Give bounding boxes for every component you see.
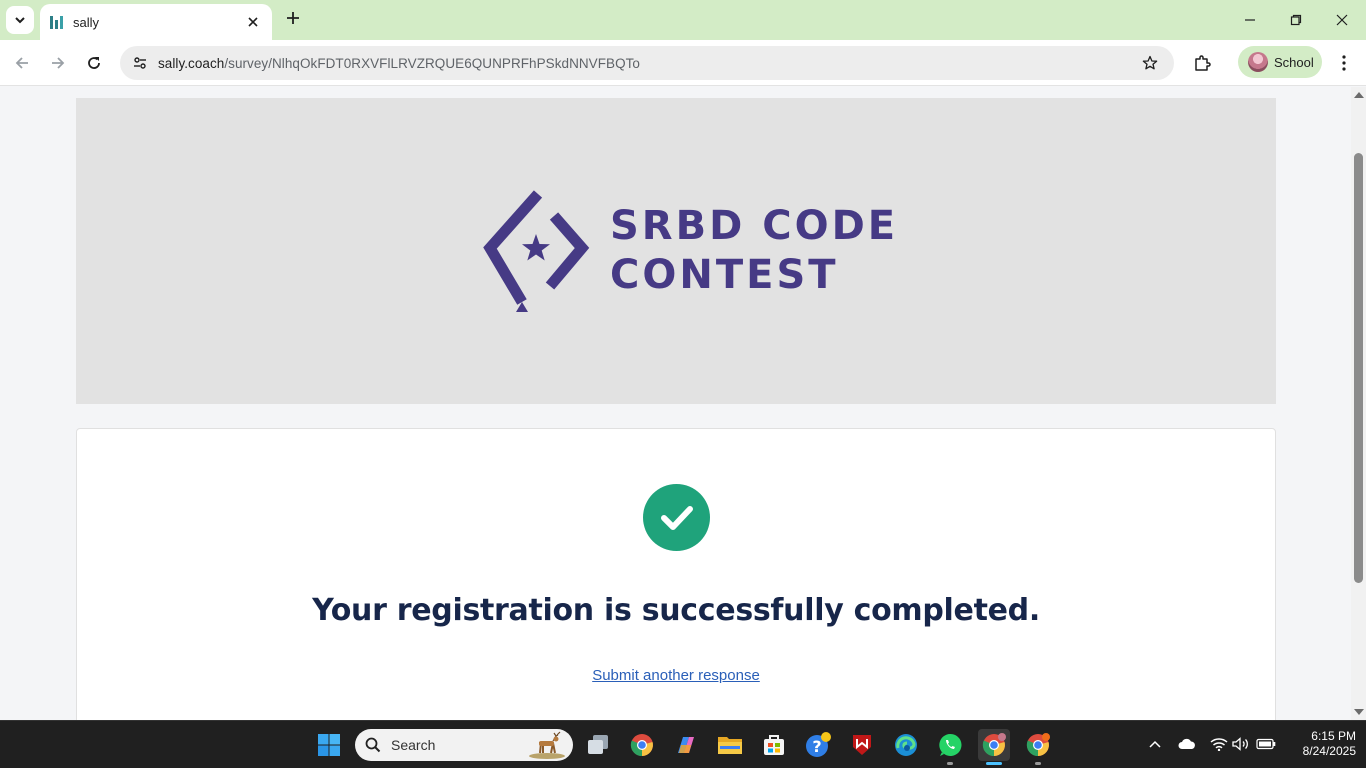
running-indicator xyxy=(1035,762,1041,765)
cloud-icon xyxy=(1178,738,1195,749)
onedrive-button[interactable] xyxy=(1176,733,1198,755)
arrow-left-icon xyxy=(15,57,28,69)
wifi-icon xyxy=(1210,738,1228,751)
profile-label: School xyxy=(1274,54,1314,70)
url-path: /survey/NlhqOkFDT0RXVFlLRVZRQUE6QUNPRFhP… xyxy=(224,55,640,71)
start-button[interactable] xyxy=(313,729,345,761)
folder-icon xyxy=(718,737,742,754)
mcafee-shield-icon xyxy=(853,735,871,755)
clock-time: 6:15 PM xyxy=(1311,729,1356,743)
copilot-icon xyxy=(678,737,694,753)
forward-button[interactable] xyxy=(46,51,70,75)
clock[interactable]: 6:15 PM 8/24/2025 xyxy=(1280,729,1356,759)
minimize-icon xyxy=(1245,19,1255,21)
success-message: Your registration is successfully comple… xyxy=(312,593,1040,628)
search-icon xyxy=(365,737,381,753)
minimize-button[interactable] xyxy=(1238,8,1262,32)
restore-icon xyxy=(1290,14,1302,26)
plus-icon xyxy=(287,12,299,24)
star-icon xyxy=(1142,55,1158,70)
help-icon: ? xyxy=(806,732,831,757)
chrome-taskbar-button[interactable] xyxy=(626,729,658,761)
whatsapp-icon xyxy=(939,733,962,756)
copilot-button[interactable] xyxy=(670,729,702,761)
whatsapp-button[interactable] xyxy=(934,729,966,765)
task-view-button[interactable] xyxy=(582,729,614,761)
chrome-profile-school-button[interactable] xyxy=(978,729,1010,765)
logo-line-2: CONTEST xyxy=(610,252,839,298)
url-text: sally.coach/survey/NlhqOkFDT0RXVFlLRVZRQ… xyxy=(158,56,640,71)
back-button[interactable] xyxy=(10,51,34,75)
tab-search-button[interactable] xyxy=(6,6,34,34)
bar-chart-icon xyxy=(50,15,63,29)
confirmation-card: Your registration is successfully comple… xyxy=(76,428,1276,720)
scroll-down-arrow-icon[interactable] xyxy=(1354,709,1364,715)
svg-text:?: ? xyxy=(812,737,821,756)
new-tab-button[interactable] xyxy=(282,8,304,30)
restore-button[interactable] xyxy=(1284,8,1308,32)
browser-menu-button[interactable] xyxy=(1332,51,1356,75)
mcafee-button[interactable] xyxy=(846,729,878,761)
submit-another-response-link[interactable]: Submit another response xyxy=(77,667,1275,684)
address-bar[interactable]: sally.coach/survey/NlhqOkFDT0RXVFlLRVZRQ… xyxy=(120,46,1174,80)
puzzle-icon xyxy=(1195,55,1211,71)
profile-button[interactable]: School xyxy=(1238,46,1322,78)
arrow-right-icon xyxy=(52,57,65,69)
close-icon xyxy=(248,17,258,27)
microsoft-store-button[interactable] xyxy=(758,729,790,761)
scroll-thumb[interactable] xyxy=(1354,153,1363,583)
chrome-icon xyxy=(630,734,653,757)
active-indicator xyxy=(986,762,1002,765)
chrome-profile-f-button[interactable] xyxy=(1022,729,1054,765)
chevron-up-icon xyxy=(1149,740,1161,748)
running-indicator xyxy=(947,762,953,765)
url-host: sally.coach xyxy=(158,55,225,71)
clock-date: 8/24/2025 xyxy=(1302,744,1356,758)
get-help-button[interactable]: ? xyxy=(802,729,834,761)
page-scrollbar[interactable] xyxy=(1351,87,1366,720)
edge-icon xyxy=(895,734,917,756)
tab-close-button[interactable] xyxy=(244,14,262,30)
site-info-icon[interactable] xyxy=(130,53,150,73)
battery-icon xyxy=(1256,738,1276,750)
reload-button[interactable] xyxy=(82,51,106,75)
browser-tab[interactable]: sally xyxy=(40,4,272,40)
task-view-icon xyxy=(588,735,608,754)
volume-button[interactable] xyxy=(1230,733,1252,755)
windows-logo-icon xyxy=(318,734,340,756)
logo-line-1: SRBD CODE xyxy=(610,203,899,249)
close-icon xyxy=(1336,14,1348,26)
taskbar-search[interactable]: Search xyxy=(355,729,573,761)
browser-toolbar: sally.coach/survey/NlhqOkFDT0RXVFlLRVZRQ… xyxy=(0,40,1366,86)
show-hidden-icons-button[interactable] xyxy=(1144,733,1166,755)
deer-illustration-icon xyxy=(529,731,565,759)
file-explorer-button[interactable] xyxy=(714,729,746,761)
reload-icon xyxy=(88,57,100,69)
extensions-button[interactable] xyxy=(1190,51,1214,75)
logo-text: SRBD CODE CONTEST xyxy=(610,202,898,300)
windows-taskbar: Search ? 6:15 PM 8/24/2025 xyxy=(0,720,1366,768)
chrome-icon xyxy=(982,733,1006,757)
survey-banner: SRBD CODE CONTEST xyxy=(76,98,1276,404)
success-check-icon xyxy=(643,484,710,551)
page-viewport: SRBD CODE CONTEST Your registration is s… xyxy=(0,87,1351,720)
scroll-up-arrow-icon[interactable] xyxy=(1354,92,1364,98)
wifi-button[interactable] xyxy=(1208,733,1230,755)
chevron-down-icon xyxy=(15,17,25,24)
store-icon xyxy=(764,735,784,755)
chrome-icon xyxy=(1026,733,1050,757)
more-vertical-icon xyxy=(1342,55,1346,71)
battery-button[interactable] xyxy=(1255,733,1277,755)
title-bar: sally xyxy=(0,0,1366,40)
speaker-icon xyxy=(1232,737,1248,751)
tab-title: sally xyxy=(73,14,100,30)
search-label: Search xyxy=(391,737,436,753)
code-contest-logo-icon xyxy=(483,190,590,312)
avatar xyxy=(1248,52,1268,72)
bookmark-button[interactable] xyxy=(1140,53,1160,73)
edge-button[interactable] xyxy=(890,729,922,761)
close-window-button[interactable] xyxy=(1330,8,1354,32)
